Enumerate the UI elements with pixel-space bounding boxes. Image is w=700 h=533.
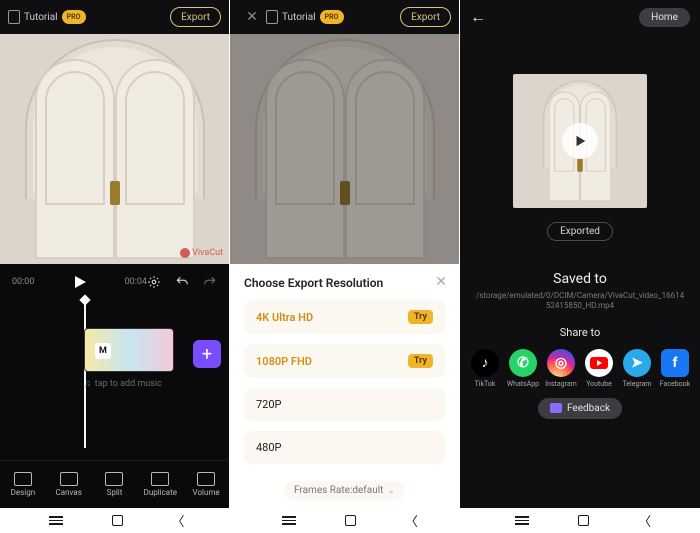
- share-to-label: Share to: [460, 326, 700, 339]
- file-icon: [8, 10, 20, 24]
- tool-row: DesignCanvasSplitDuplicateVolume: [0, 460, 229, 508]
- play-button[interactable]: [72, 274, 88, 290]
- pro-badge[interactable]: PRO: [62, 10, 86, 24]
- video-preview[interactable]: VivaCut: [0, 34, 229, 264]
- telegram-icon: ➤: [623, 349, 651, 377]
- time-current: 00:00: [12, 277, 72, 287]
- redo-icon[interactable]: [203, 275, 217, 289]
- saved-video-thumbnail[interactable]: [513, 74, 647, 208]
- resolution-option-720p[interactable]: 720P: [244, 388, 445, 421]
- facebook-icon: f: [661, 349, 689, 377]
- modal-close-icon[interactable]: ✕: [435, 274, 447, 290]
- share-youtube[interactable]: Youtube: [580, 349, 618, 388]
- tool-canvas[interactable]: Canvas: [46, 461, 92, 508]
- add-layer-button[interactable]: +: [193, 340, 221, 368]
- share-tiktok[interactable]: ♪TikTok: [466, 349, 504, 388]
- music-icon: ♫: [84, 378, 91, 389]
- back-icon[interactable]: ←: [470, 7, 486, 27]
- tool-design[interactable]: Design: [0, 461, 46, 508]
- playhead[interactable]: [84, 300, 86, 448]
- tiktok-icon: ♪: [471, 349, 499, 377]
- share-facebook[interactable]: fFacebook: [656, 349, 694, 388]
- video-clip[interactable]: M: [84, 328, 174, 372]
- tool-duplicate[interactable]: Duplicate: [137, 461, 183, 508]
- tool-icon: [14, 472, 32, 486]
- share-whatsapp[interactable]: ✆WhatsApp: [504, 349, 542, 388]
- topbar-1: Tutorial PRO Export: [0, 0, 229, 34]
- android-recents-icon[interactable]: [282, 516, 296, 525]
- export-resolution-modal: ✕ Choose Export Resolution 4K Ultra HDTr…: [230, 264, 459, 508]
- topbar-2: ✕ Tutorial PRO Export: [230, 0, 459, 34]
- settings-icon[interactable]: [147, 275, 161, 289]
- undo-icon[interactable]: [175, 275, 189, 289]
- home-button[interactable]: Home: [639, 8, 690, 27]
- project-title: Tutorial: [282, 12, 316, 23]
- tool-icon: [151, 472, 169, 486]
- close-icon[interactable]: ✕: [238, 9, 266, 25]
- time-total: 00:04: [88, 277, 148, 287]
- tool-icon: [197, 472, 215, 486]
- tool-split[interactable]: Split: [92, 461, 138, 508]
- export-button[interactable]: Export: [170, 7, 221, 27]
- try-badge: Try: [408, 310, 433, 324]
- tool-icon: [105, 472, 123, 486]
- try-badge: Try: [408, 354, 433, 368]
- pro-badge[interactable]: PRO: [320, 10, 344, 24]
- feedback-button[interactable]: Feedback: [538, 398, 622, 419]
- export-button[interactable]: Export: [400, 7, 451, 27]
- youtube-icon: [585, 349, 613, 377]
- android-recents-icon[interactable]: [49, 516, 63, 525]
- instagram-icon: ◎: [547, 349, 575, 377]
- android-home-icon[interactable]: [578, 515, 589, 526]
- project-title: Tutorial: [24, 12, 58, 23]
- share-telegram[interactable]: ➤Telegram: [618, 349, 656, 388]
- android-back-icon[interactable]: 〈: [405, 511, 418, 530]
- tool-volume[interactable]: Volume: [183, 461, 229, 508]
- android-back-icon[interactable]: 〈: [638, 511, 651, 530]
- saved-to-label: Saved to: [460, 271, 700, 287]
- android-home-icon[interactable]: [112, 515, 123, 526]
- remove-watermark-icon[interactable]: [180, 248, 190, 258]
- chat-icon: [550, 403, 562, 413]
- android-home-icon[interactable]: [345, 515, 356, 526]
- clip-mute-badge[interactable]: M: [95, 343, 111, 359]
- file-icon: [266, 10, 278, 24]
- whatsapp-icon: ✆: [509, 349, 537, 377]
- chevron-down-icon: ⌄: [387, 486, 395, 496]
- watermark[interactable]: VivaCut: [180, 248, 223, 258]
- play-icon[interactable]: [562, 123, 598, 159]
- resolution-option-480p[interactable]: 480P: [244, 431, 445, 464]
- saved-path: /storage/emulated/0/DCIM/Camera/VivaCut_…: [460, 291, 700, 312]
- video-preview-dimmed: [230, 34, 459, 264]
- frame-rate-selector[interactable]: Frames Rate:default ⌄: [284, 481, 405, 500]
- tool-icon: [60, 472, 78, 486]
- add-music-hint[interactable]: ♫ tap to add music: [84, 378, 162, 389]
- android-back-icon[interactable]: 〈: [171, 511, 184, 530]
- resolution-option-1080p-fhd[interactable]: 1080P FHDTry: [244, 344, 445, 378]
- resolution-option-4k-ultra-hd[interactable]: 4K Ultra HDTry: [244, 300, 445, 334]
- exported-badge: Exported: [547, 222, 613, 241]
- modal-title: Choose Export Resolution: [244, 276, 445, 290]
- share-instagram[interactable]: ◎Instagram: [542, 349, 580, 388]
- android-recents-icon[interactable]: [515, 516, 529, 525]
- timeline[interactable]: M ♫ tap to add music + DesignCanvasSplit…: [0, 300, 229, 508]
